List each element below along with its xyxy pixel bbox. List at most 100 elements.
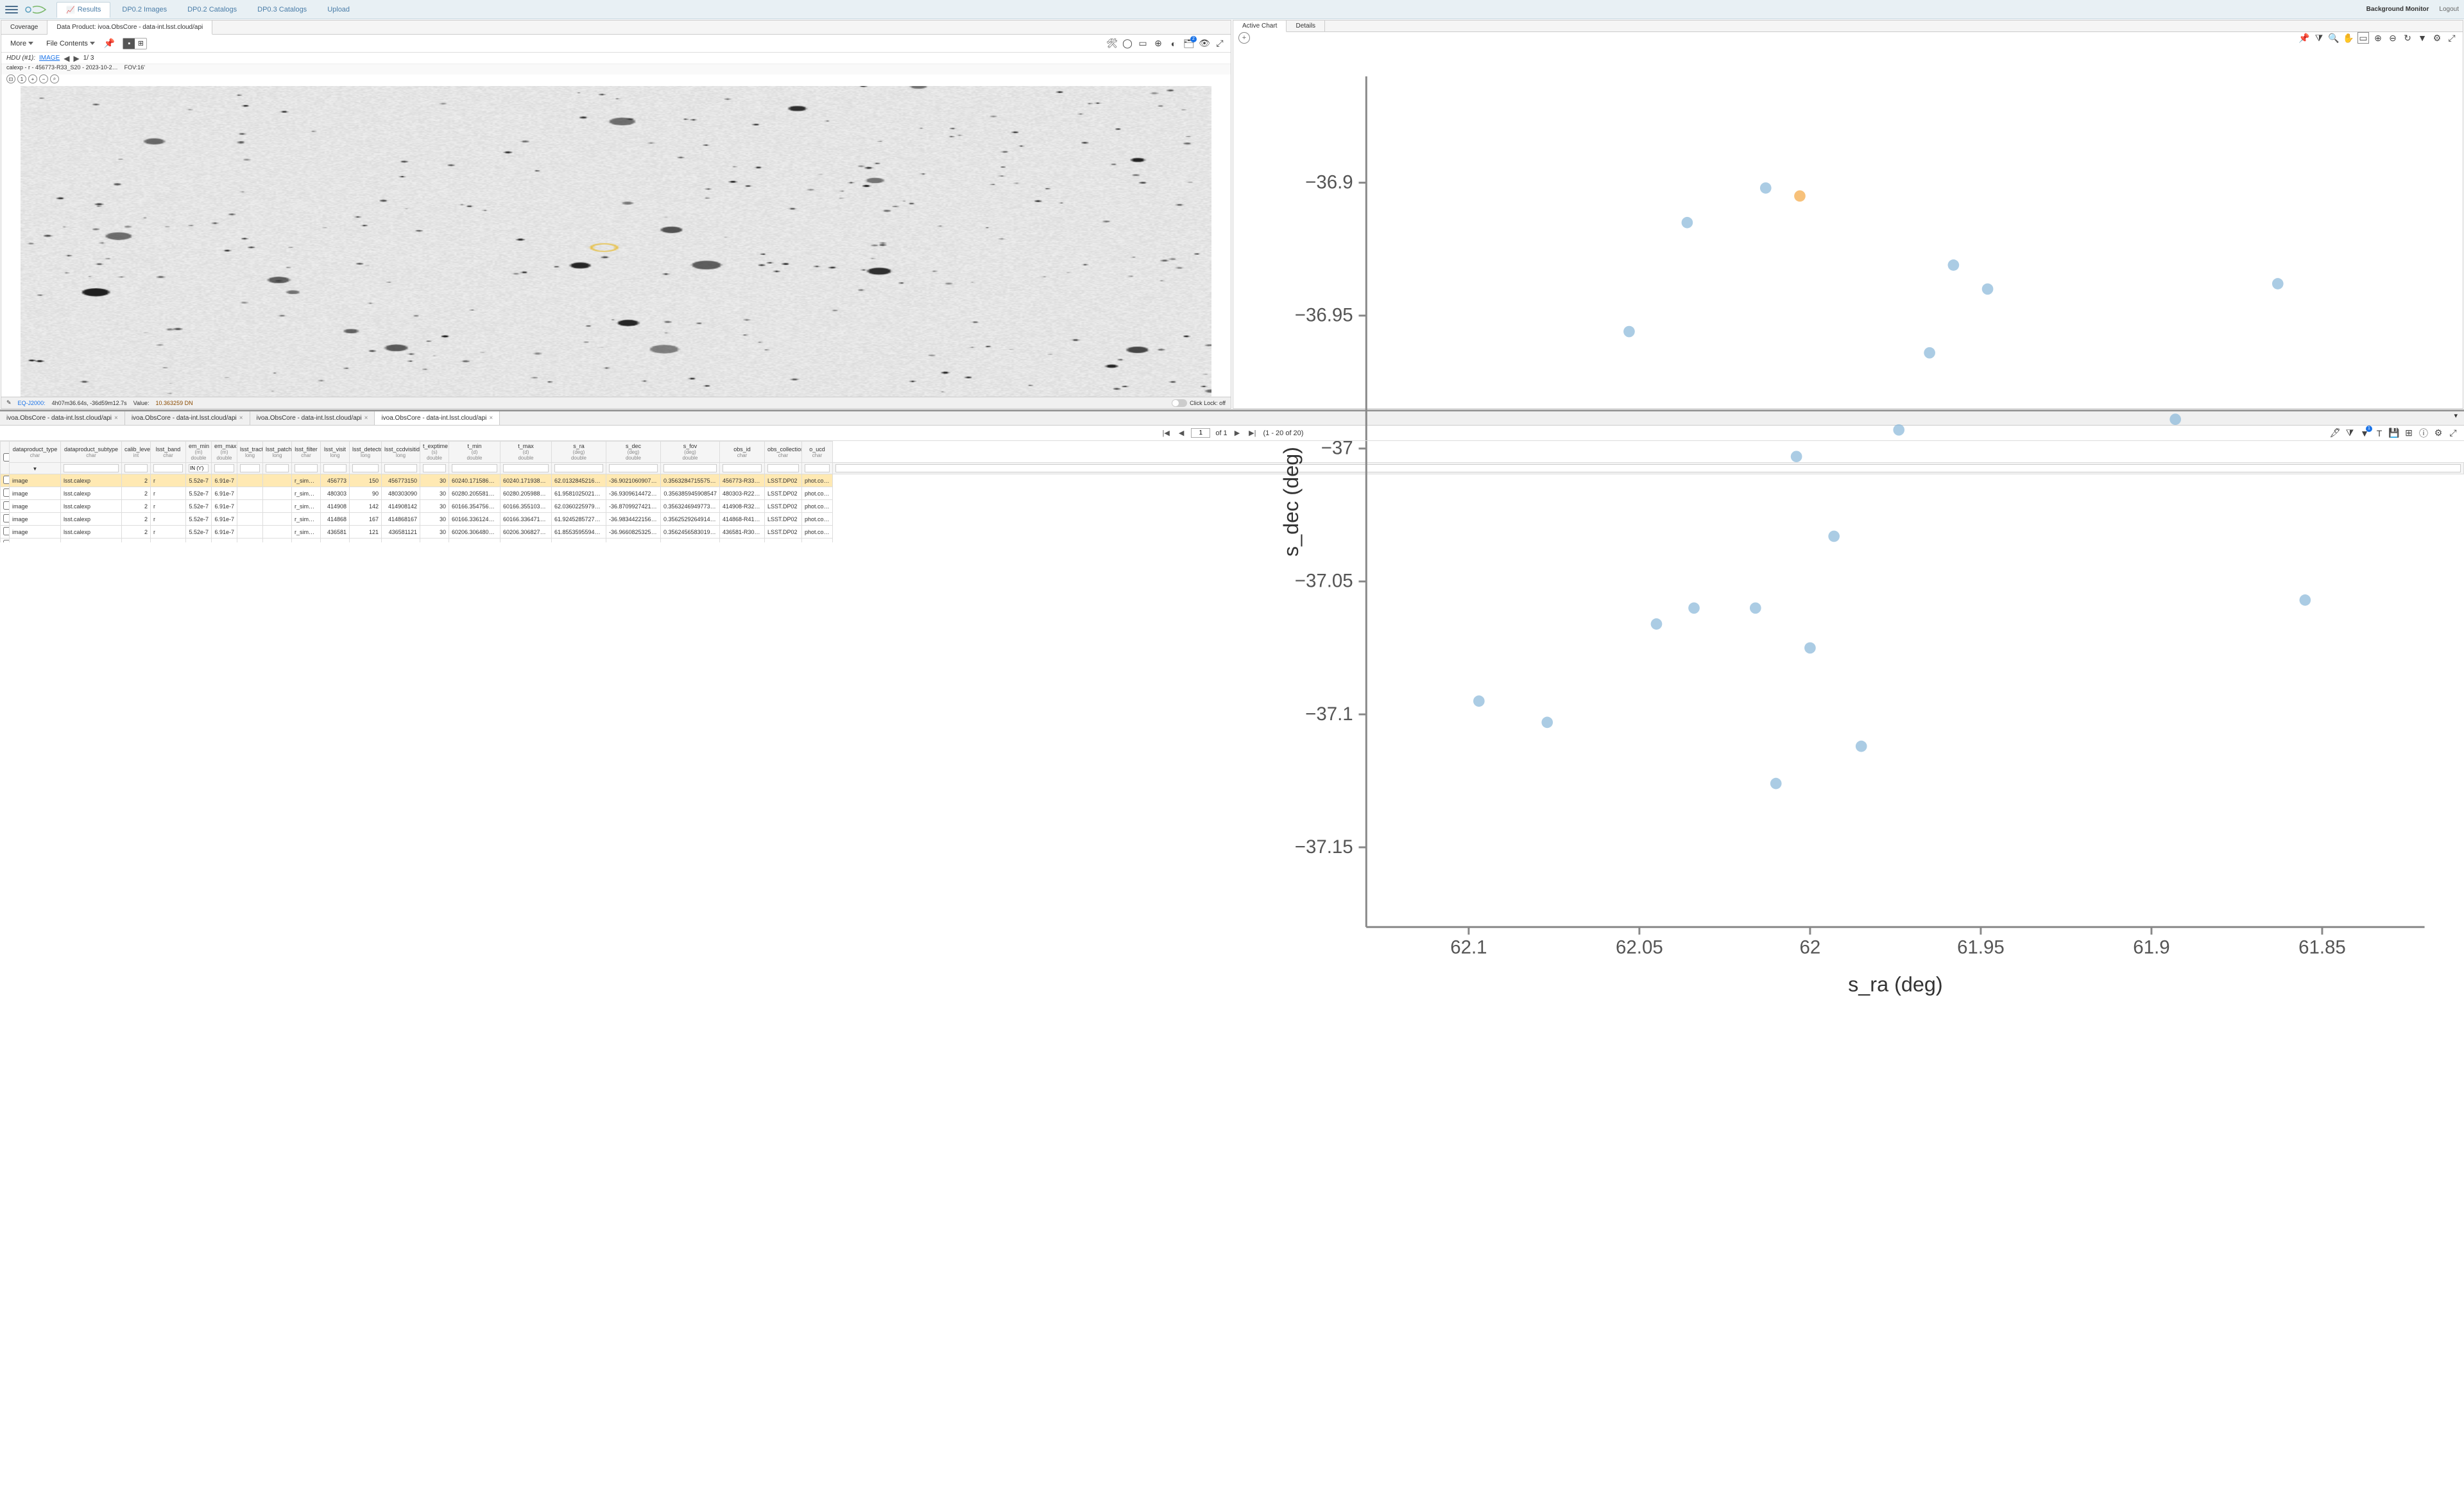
zoom-fit-icon[interactable]: ⊡ (6, 74, 15, 83)
close-icon[interactable]: × (364, 415, 368, 422)
filter-lsst_filter[interactable] (323, 464, 346, 472)
crop-icon[interactable]: ▭ (1137, 38, 1149, 49)
col-obs_id[interactable]: obs_idchar (720, 442, 765, 463)
chart-panel-tab-details[interactable]: Details (1287, 21, 1325, 31)
filter-dataproduct_type[interactable] (64, 464, 119, 472)
col-t_min[interactable]: t_min(d)double (449, 442, 501, 463)
filter-t_exptime[interactable] (452, 464, 497, 472)
pin-icon[interactable]: 📌 (104, 38, 115, 49)
filter-lsst_visit[interactable] (352, 464, 379, 472)
nav-tab-dp0-2-catalogs[interactable]: DP0.2 Catalogs (178, 2, 246, 17)
tbl-add-icon[interactable]: ⊞ (2403, 427, 2415, 439)
layers-icon[interactable]: 🗂2 (1183, 38, 1195, 49)
single-view-icon[interactable]: ▪ (123, 39, 135, 49)
chart-funnel-icon[interactable]: ▼ (2417, 32, 2428, 44)
col-t_max[interactable]: t_max(d)double (501, 442, 552, 463)
zoom-region-icon[interactable]: ⌕ (50, 74, 59, 83)
add-chart-icon[interactable]: + (1238, 32, 1250, 44)
filter-t_max[interactable] (554, 464, 603, 472)
select-region-icon[interactable]: ◯ (1122, 38, 1133, 49)
hamburger-icon[interactable] (5, 3, 18, 16)
pag-last-icon[interactable]: ▶| (1247, 429, 1258, 437)
row-checkbox[interactable] (3, 501, 10, 510)
col-lsst_detector[interactable]: lsst_detectorlong (350, 442, 382, 463)
nav-tab-results[interactable]: 📈Results (56, 2, 110, 18)
view-mode-toggle[interactable]: ▪ ⊞ (123, 38, 147, 49)
col-calib_level[interactable]: calib_levelint (122, 442, 151, 463)
filter-em_max[interactable] (240, 464, 260, 472)
click-lock-toggle[interactable] (1172, 399, 1187, 407)
row-checkbox[interactable] (3, 514, 10, 522)
chart-pan-icon[interactable]: ✋ (2343, 32, 2354, 44)
pag-prev-icon[interactable]: ◀ (1177, 429, 1186, 437)
filter-s_fov[interactable] (723, 464, 762, 472)
chart-area[interactable]: 62.162.056261.9561.961.85−36.9−36.95−37−… (1233, 44, 2463, 1030)
close-icon[interactable]: × (239, 415, 243, 422)
filter-lsst_patch[interactable] (295, 464, 318, 472)
row-checkbox[interactable] (3, 488, 10, 497)
logout-link[interactable]: Logout (2439, 6, 2459, 13)
image-panel-tab-0[interactable]: Coverage (1, 21, 47, 34)
tools-icon[interactable]: 🛠 (1106, 38, 1118, 49)
background-monitor-link[interactable]: Background Monitor (2366, 6, 2429, 13)
filter-dataproduct_subtype[interactable] (124, 464, 148, 472)
stretch-icon[interactable]: ⤢ (1214, 38, 1226, 49)
chart-zoomout-icon[interactable]: ⊖ (2387, 32, 2399, 44)
close-icon[interactable]: × (114, 415, 118, 422)
col-em_min[interactable]: em_min(m)double (186, 442, 212, 463)
row-checkbox[interactable] (3, 476, 10, 484)
col-lsst_patch[interactable]: lsst_patchlong (263, 442, 292, 463)
tbl-expand-icon[interactable]: ⤢ (2447, 427, 2459, 439)
filter-obs_id[interactable] (767, 464, 799, 472)
filter-s_ra[interactable] (609, 464, 658, 472)
col-em_max[interactable]: em_max(m)double (212, 442, 237, 463)
table-tab-3[interactable]: ivoa.ObsCore - data-int.lsst.cloud/api× (375, 411, 500, 425)
nav-tab-upload[interactable]: Upload (318, 2, 359, 17)
zoom-1x-icon[interactable]: 1 (17, 74, 26, 83)
chart-zoom-icon[interactable]: 🔍 (2328, 32, 2340, 44)
filter-icon[interactable]: ▼ (33, 466, 38, 472)
col-s_ra[interactable]: s_ra(deg)double (552, 442, 606, 463)
filter-obs_collection[interactable] (805, 464, 830, 472)
chart-select-icon[interactable]: ▭ (2357, 32, 2369, 44)
col-t_exptime[interactable]: t_exptime(s)double (420, 442, 449, 463)
filter-lsst_detector[interactable] (384, 464, 417, 472)
col-lsst_ccdvisitid[interactable]: lsst_ccdvisitidlong (382, 442, 420, 463)
col-s_dec[interactable]: s_dec(deg)double (606, 442, 661, 463)
col-lsst_tract[interactable]: lsst_tractlong (237, 442, 263, 463)
chart-expand-icon[interactable]: ⤢ (2446, 32, 2458, 44)
filter-lsst_band[interactable] (189, 464, 209, 472)
select-all-checkbox[interactable] (3, 453, 10, 462)
center-icon[interactable]: ⊕ (1152, 38, 1164, 49)
astronomical-image[interactable] (21, 86, 1211, 397)
hdu-link[interactable]: IMAGE (39, 55, 60, 62)
nav-tab-dp0-3-catalogs[interactable]: DP0.3 Catalogs (248, 2, 316, 17)
nav-tab-dp0-2-images[interactable]: DP0.2 Images (113, 2, 176, 17)
filter-lsst_ccdvisitid[interactable] (423, 464, 446, 472)
col-o_ucd[interactable]: o_ucdchar (802, 442, 833, 463)
tbl-info-icon[interactable]: ⓘ (2418, 427, 2429, 439)
edit-icon[interactable]: ✎ (6, 399, 12, 406)
file-contents-dropdown[interactable]: File Contents (42, 39, 99, 49)
row-checkbox[interactable] (3, 527, 10, 535)
chart-filter-icon[interactable]: ⧩ (2313, 32, 2325, 44)
col-lsst_filter[interactable]: lsst_filterchar (292, 442, 321, 463)
tbl-save-icon[interactable]: 💾 (2388, 427, 2400, 439)
chart-zoomin-icon[interactable]: ⊕ (2372, 32, 2384, 44)
zoom-in-icon[interactable]: + (28, 74, 37, 83)
more-dropdown[interactable]: More (6, 39, 37, 49)
filter-s_dec[interactable] (663, 464, 717, 472)
tbl-text-icon[interactable]: T (2374, 427, 2385, 439)
chart-reset-icon[interactable]: ↻ (2402, 32, 2413, 44)
filter-lsst_tract[interactable] (266, 464, 289, 472)
filter-t_min[interactable] (503, 464, 549, 472)
table-tab-2[interactable]: ivoa.ObsCore - data-int.lsst.cloud/api× (250, 411, 375, 425)
col-obs_collection[interactable]: obs_collectionchar (765, 442, 802, 463)
close-icon[interactable]: × (489, 415, 493, 422)
tbl-filter-icon[interactable]: ⧩ (2344, 427, 2356, 439)
col-lsst_visit[interactable]: lsst_visitlong (321, 442, 350, 463)
chart-settings-icon[interactable]: ⚙ (2431, 32, 2443, 44)
pag-next-icon[interactable]: ▶ (1233, 429, 1242, 437)
col-s_fov[interactable]: s_fov(deg)double (661, 442, 720, 463)
table-tab-1[interactable]: ivoa.ObsCore - data-int.lsst.cloud/api× (125, 411, 250, 425)
